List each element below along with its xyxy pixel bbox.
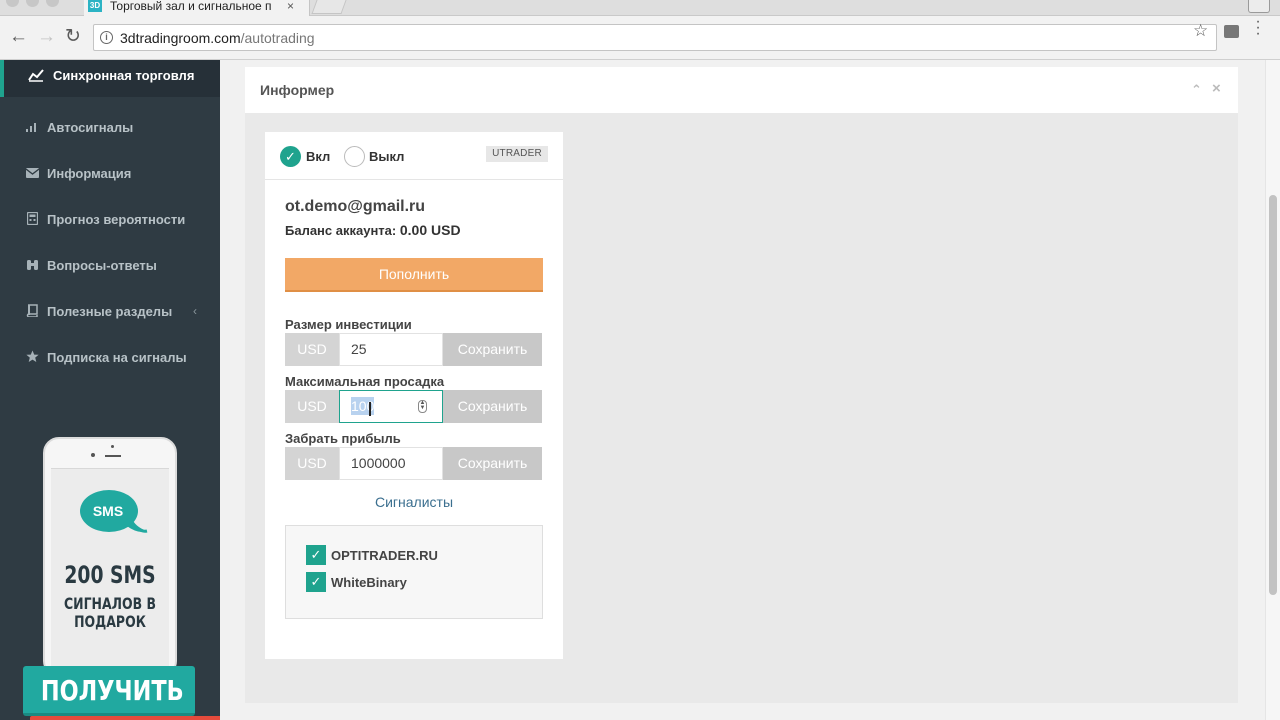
browser-menu-icon[interactable]: · · · [1253,14,1263,42]
sidebar-item-autosignals[interactable]: Автосигналы [0,113,220,143]
sidebar-item-label: Синхронная торговля [53,68,195,83]
phone-camera [111,445,114,448]
sidebar-item-label: Прогноз вероятности [47,212,186,227]
signalers-link[interactable]: Сигналисты [265,494,563,510]
book-icon [24,304,40,320]
signaler-name[interactable]: OPTITRADER.RU [331,548,438,563]
envelope-icon [24,166,40,182]
sidebar-item-label: Вопросы-ответы [47,258,157,273]
topup-button[interactable]: Пополнить [285,258,543,292]
url-field[interactable]: i 3dtradingroom.com/autotrading [93,24,1217,51]
sidebar-item-forecast[interactable]: Прогноз вероятности [0,205,220,235]
save-profit-button[interactable]: Сохранить [443,447,542,480]
take-profit-input[interactable]: 1000000 [339,447,443,480]
extension-icon[interactable] [1224,25,1239,38]
currency-addon: USD [285,390,339,423]
promo-get-label: ПОЛУЧИТЬ [40,674,184,707]
signalers-list: ✓ OPTITRADER.RU ✓ WhiteBinary [285,525,543,619]
sms-bubble-icon: SMS [79,489,148,539]
account-email: ot.demo@gmail.ru [285,198,426,215]
save-drawdown-button[interactable]: Сохранить [443,390,542,423]
window-zoom-control[interactable] [46,0,59,7]
investment-size-label: Размер инвестиции [285,317,412,332]
bookmark-star-icon[interactable]: ☆ [1193,21,1208,41]
broker-badge: UTRADER [486,146,548,162]
bar-signal-icon [24,120,40,136]
browser-tab[interactable]: 3D Торговый зал и сигнальное п × [84,0,310,16]
phone-sensor [91,453,95,457]
address-bar: ← → ↻ i 3dtradingroom.com/autotrading [0,16,1280,60]
sidebar-item-label: Полезные разделы [47,304,173,319]
currency-addon: USD [285,333,339,366]
window-close-control[interactable] [6,0,19,7]
reload-icon[interactable]: ↻ [65,27,81,47]
close-icon[interactable]: × [1212,80,1221,97]
checkbox-optitrader[interactable]: ✓ [306,545,326,565]
radio-on[interactable]: ✓ [280,146,301,167]
tab-title: Торговый зал и сигнальное п [110,0,272,13]
sidebar-item-sync-trading[interactable]: Синхронная торговля [0,60,220,97]
radio-on-label[interactable]: Вкл [306,149,330,164]
scrollbar-thumb[interactable] [1269,195,1277,595]
chevron-left-icon[interactable]: ‹ [193,304,197,318]
promo-subline: СИГНАЛОВ В ПОДАРОК [64,595,156,631]
tab-close-icon[interactable]: × [287,0,294,12]
back-icon[interactable]: ← [9,27,28,47]
take-profit-group: USD 1000000 Сохранить [285,447,542,480]
url-path: /autotrading [240,30,315,46]
browser-tab-bar: 3D Торговый зал и сигнальное п × [0,0,1280,16]
investment-size-input[interactable]: 25 [339,333,443,366]
number-spinner-icon[interactable]: ▲ ▼ [418,400,427,413]
max-drawdown-group: USD 100 ▲ ▼ Сохранить [285,390,542,423]
calculator-icon [24,211,40,228]
save-investment-button[interactable]: Сохранить [443,333,542,366]
window-minimize-control[interactable] [26,0,39,7]
informer-card: ✓ Вкл Выкл UTRADER ot.demo@gmail.ru Бала… [265,132,563,659]
take-profit-label: Забрать прибыль [285,431,401,446]
sidebar-item-label: Подписка на сигналы [47,350,187,365]
new-tab-button[interactable] [311,0,347,14]
page-scrollbar[interactable] [1265,60,1280,720]
star-icon [24,350,40,366]
sidebar-item-subscribe[interactable]: Подписка на сигналы [0,343,220,373]
informer-panel-header: Информер ⌃ × [245,67,1238,113]
chart-line-icon [28,68,44,84]
max-drawdown-label: Максимальная просадка [285,374,445,389]
radio-off[interactable] [344,146,365,167]
max-drawdown-input[interactable]: 100 ▲ ▼ [339,390,443,423]
signaler-name[interactable]: WhiteBinary [331,575,407,590]
site-favicon-icon: 3D [88,0,102,12]
promo-subline-1: СИГНАЛОВ В [63,594,156,613]
card-header: ✓ Вкл Выкл UTRADER [265,132,563,180]
sidebar-item-information[interactable]: Информация [0,159,220,189]
sidebar-item-label: Автосигналы [47,120,134,135]
promo-get-button[interactable]: ПОЛУЧИТЬ [23,666,195,716]
account-balance: Баланс аккаунта: 0.00 USD [285,222,461,238]
balance-label: Баланс аккаунта: [285,223,397,238]
text-cursor [369,402,371,416]
currency-addon: USD [285,447,339,480]
balance-value: 0.00 USD [399,222,461,238]
promo-headline: 200 SMS [64,561,156,589]
sms-promo-banner[interactable]: SMS 200 SMS СИГНАЛОВ В ПОДАРОК [43,437,177,677]
panel-title: Информер [260,82,335,98]
radio-off-label[interactable]: Выкл [369,149,404,164]
sidebar-item-label: Информация [47,166,132,181]
checkbox-whitebinary[interactable]: ✓ [306,572,326,592]
investment-size-group: USD 25 Сохранить [285,333,542,366]
collapse-icon[interactable]: ⌃ [1191,82,1202,98]
url-host: 3dtradingroom.com [120,30,241,46]
phone-speaker [105,455,121,457]
url-text[interactable]: 3dtradingroom.com/autotrading [120,30,315,46]
promo-subline-2: ПОДАРОК [74,612,146,631]
forward-icon[interactable]: → [37,27,56,47]
sms-bubble-text: SMS [92,503,124,519]
profile-icon[interactable] [1248,0,1270,13]
sidebar-item-faq[interactable]: Вопросы-ответы [0,251,220,281]
binoculars-icon [24,258,40,274]
site-info-icon[interactable]: i [100,31,113,44]
sidebar-item-useful-sections[interactable]: Полезные разделы ‹ [0,297,220,327]
phone-screen: SMS 200 SMS СИГНАЛОВ В ПОДАРОК [51,468,169,668]
